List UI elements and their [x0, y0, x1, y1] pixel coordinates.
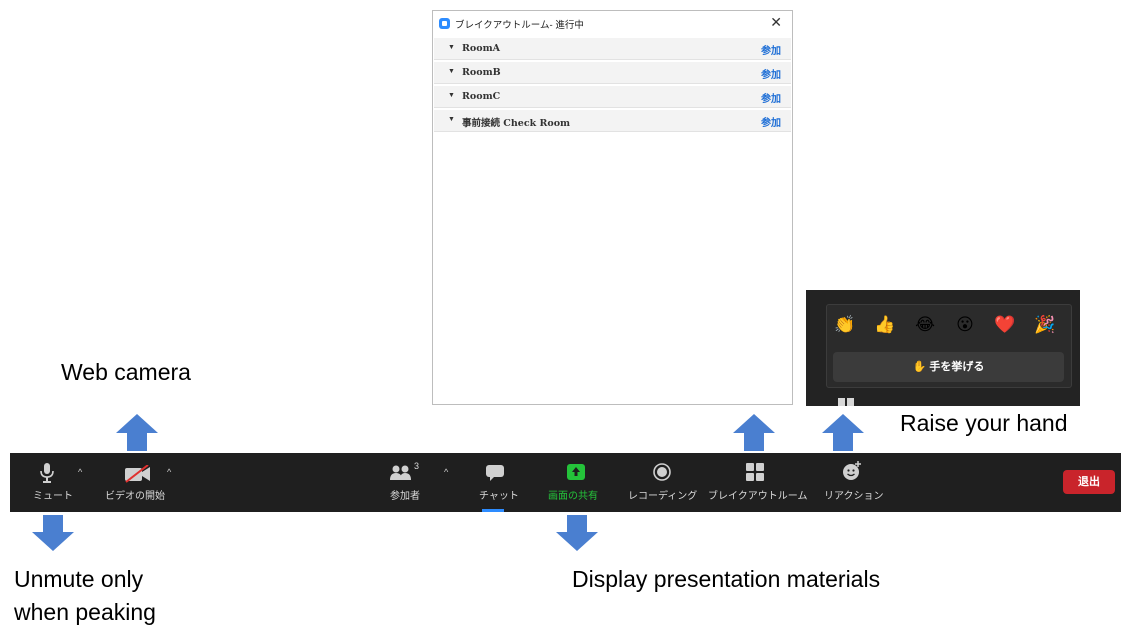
participants-count: 3 [414, 461, 420, 471]
chat-button[interactable]: チャット [473, 453, 519, 512]
share-screen-label: 画面の共有 [548, 491, 598, 502]
mute-button[interactable]: ミュート [20, 453, 73, 512]
audio-options-caret-icon[interactable]: ^ [78, 467, 82, 477]
arrow-up-icon [733, 414, 775, 451]
reactions-button[interactable]: リアクション [818, 453, 884, 512]
arrow-up-icon [116, 414, 158, 451]
room-name: 事前接続 Check Room [462, 118, 571, 129]
reactions-popup: 👏 👍 😂 😮 ❤️ 🎉 ✋ 手を挙げる [806, 290, 1080, 406]
breakout-rooms-label: ブレイクアウトルーム [708, 491, 808, 502]
annotation-raise-hand: Raise your hand [900, 410, 1068, 436]
start-video-label: ビデオの開始 [105, 491, 165, 502]
room-name: RoomB [462, 67, 501, 78]
share-screen-button[interactable]: 画面の共有 [545, 453, 607, 512]
share-screen-icon [567, 464, 585, 480]
record-button[interactable]: レコーディング [622, 453, 704, 512]
chat-bubble-icon [486, 465, 504, 481]
arrow-down-icon [556, 515, 598, 551]
join-room-button[interactable]: 参加 [761, 114, 781, 129]
zoom-logo-icon [439, 18, 450, 29]
heart-emoji-icon[interactable]: ❤️ [993, 315, 1017, 335]
mute-label: ミュート [33, 491, 73, 502]
room-row-c[interactable]: ▼ RoomC 参加 [434, 86, 791, 108]
surprised-emoji-icon[interactable]: 😮 [953, 315, 977, 335]
smiley-add-icon [843, 461, 861, 480]
raise-hand-button[interactable]: ✋ 手を挙げる [833, 352, 1064, 382]
arrow-down-icon [32, 515, 74, 551]
annotation-unmute-line2: when peaking [14, 599, 156, 625]
breakout-rooms-button[interactable]: ブレイクアウトルーム [704, 453, 816, 512]
room-row-check[interactable]: ▼ 事前接続 Check Room 参加 [434, 110, 791, 132]
room-row-b[interactable]: ▼ RoomB 参加 [434, 62, 791, 84]
participants-label: 参加者 [390, 491, 420, 502]
room-row-a[interactable]: ▼ RoomA 参加 [434, 38, 791, 60]
party-popper-emoji-icon[interactable]: 🎉 [1033, 315, 1057, 335]
participants-icon [390, 465, 411, 480]
video-options-caret-icon[interactable]: ^ [167, 467, 171, 477]
room-name: RoomC [462, 91, 501, 102]
clap-emoji-icon[interactable]: 👏 [833, 315, 857, 335]
leave-meeting-button[interactable]: 退出 [1063, 470, 1115, 494]
microphone-icon [40, 463, 54, 483]
grid-icon-peek [838, 398, 854, 406]
expand-caret-icon[interactable]: ▼ [448, 68, 455, 75]
raise-hand-label: 手を挙げる [929, 361, 985, 373]
expand-caret-icon[interactable]: ▼ [448, 116, 455, 123]
arrow-up-icon [822, 414, 864, 451]
breakout-rooms-window: ブレイクアウトルーム- 進行中 ✕ ▼ RoomA 参加 ▼ RoomB 参加 … [432, 10, 793, 405]
thumbs-up-emoji-icon[interactable]: 👍 [873, 315, 897, 335]
raised-hand-icon: ✋ [912, 361, 927, 373]
expand-caret-icon[interactable]: ▼ [448, 44, 455, 51]
joy-emoji-icon[interactable]: 😂 [913, 315, 937, 335]
meeting-toolbar: ミュート ^ ビデオの開始 ^ 3 参加者 ^ チャット 画面の共有 レコーディ… [10, 453, 1121, 512]
record-label: レコーディング [628, 491, 698, 502]
chat-label: チャット [479, 491, 519, 502]
participants-button[interactable]: 3 参加者 [378, 453, 438, 512]
join-room-button[interactable]: 参加 [761, 90, 781, 105]
join-room-button[interactable]: 参加 [761, 42, 781, 57]
close-icon[interactable]: ✕ [770, 14, 782, 31]
start-video-button[interactable]: ビデオの開始 [100, 453, 175, 512]
participants-options-caret-icon[interactable]: ^ [444, 467, 448, 477]
breakout-grid-icon [746, 463, 764, 481]
record-icon [653, 463, 671, 481]
chat-indicator-underline [482, 509, 504, 512]
join-room-button[interactable]: 参加 [761, 66, 781, 81]
annotation-web-camera: Web camera [61, 359, 191, 385]
breakout-window-title: ブレイクアウトルーム- 進行中 [455, 20, 584, 31]
reactions-panel: 👏 👍 😂 😮 ❤️ 🎉 ✋ 手を挙げる [826, 304, 1072, 388]
video-camera-off-icon [125, 465, 150, 483]
annotation-unmute-line1: Unmute only [14, 566, 144, 592]
annotation-display-materials: Display presentation materials [572, 566, 881, 592]
breakout-window-titlebar: ブレイクアウトルーム- 進行中 ✕ [433, 11, 792, 37]
expand-caret-icon[interactable]: ▼ [448, 92, 455, 99]
room-name: RoomA [462, 43, 500, 54]
reactions-label: リアクション [824, 491, 884, 502]
